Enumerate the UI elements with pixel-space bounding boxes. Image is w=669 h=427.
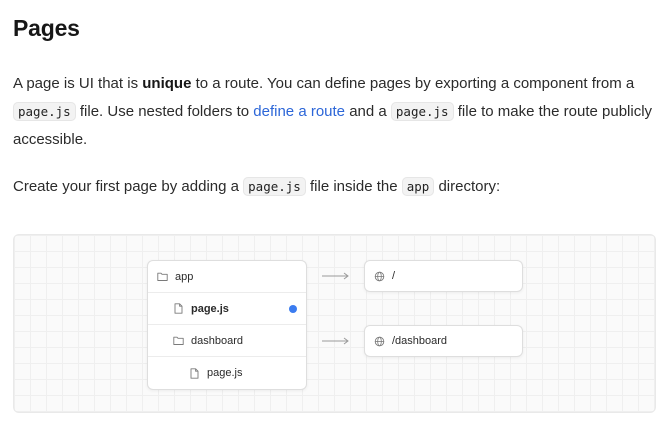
- highlight-dot: [289, 304, 297, 313]
- folder-icon: [157, 271, 168, 282]
- folder-icon: [173, 335, 184, 346]
- file-routing-diagram: app page.js dashboard page.js / /dashboa…: [13, 234, 656, 413]
- globe-icon: [374, 336, 385, 347]
- inline-code: page.js: [13, 102, 76, 121]
- tree-item-label: app: [175, 270, 194, 283]
- tree-item-page-js: page.js: [148, 293, 306, 325]
- route-root: /: [364, 260, 523, 292]
- page-title: Pages: [13, 15, 80, 41]
- instruction-paragraph: Create your first page by adding a page.…: [13, 177, 501, 196]
- inline-code: app: [401, 177, 435, 196]
- inline-code: page.js: [243, 177, 306, 196]
- tree-item-label: dashboard: [191, 334, 243, 347]
- arrow-right-icon: [322, 272, 349, 280]
- tree-item-label: page.js: [191, 302, 229, 315]
- intro-paragraph: A page is UI that is unique to a route. …: [13, 75, 653, 148]
- tree-item-dashboard-page-js: page.js: [148, 357, 306, 389]
- file-icon: [189, 367, 200, 379]
- docs-page: Pages A page is UI that is unique to a r…: [0, 0, 669, 427]
- emphasis-text: unique: [142, 75, 192, 92]
- define-route-link[interactable]: define a route: [253, 103, 345, 120]
- route-label: /dashboard: [392, 335, 448, 347]
- tree-item-app: app: [148, 261, 306, 293]
- tree-item-dashboard: dashboard: [148, 325, 306, 357]
- arrow-right-icon: [322, 337, 349, 345]
- inline-code: page.js: [390, 102, 454, 121]
- route-dashboard: /dashboard: [364, 325, 523, 357]
- file-tree: app page.js dashboard page.js: [147, 260, 307, 390]
- globe-icon: [374, 271, 385, 282]
- file-icon: [173, 303, 184, 314]
- route-label: /: [392, 270, 396, 282]
- tree-item-label: page.js: [207, 367, 243, 379]
